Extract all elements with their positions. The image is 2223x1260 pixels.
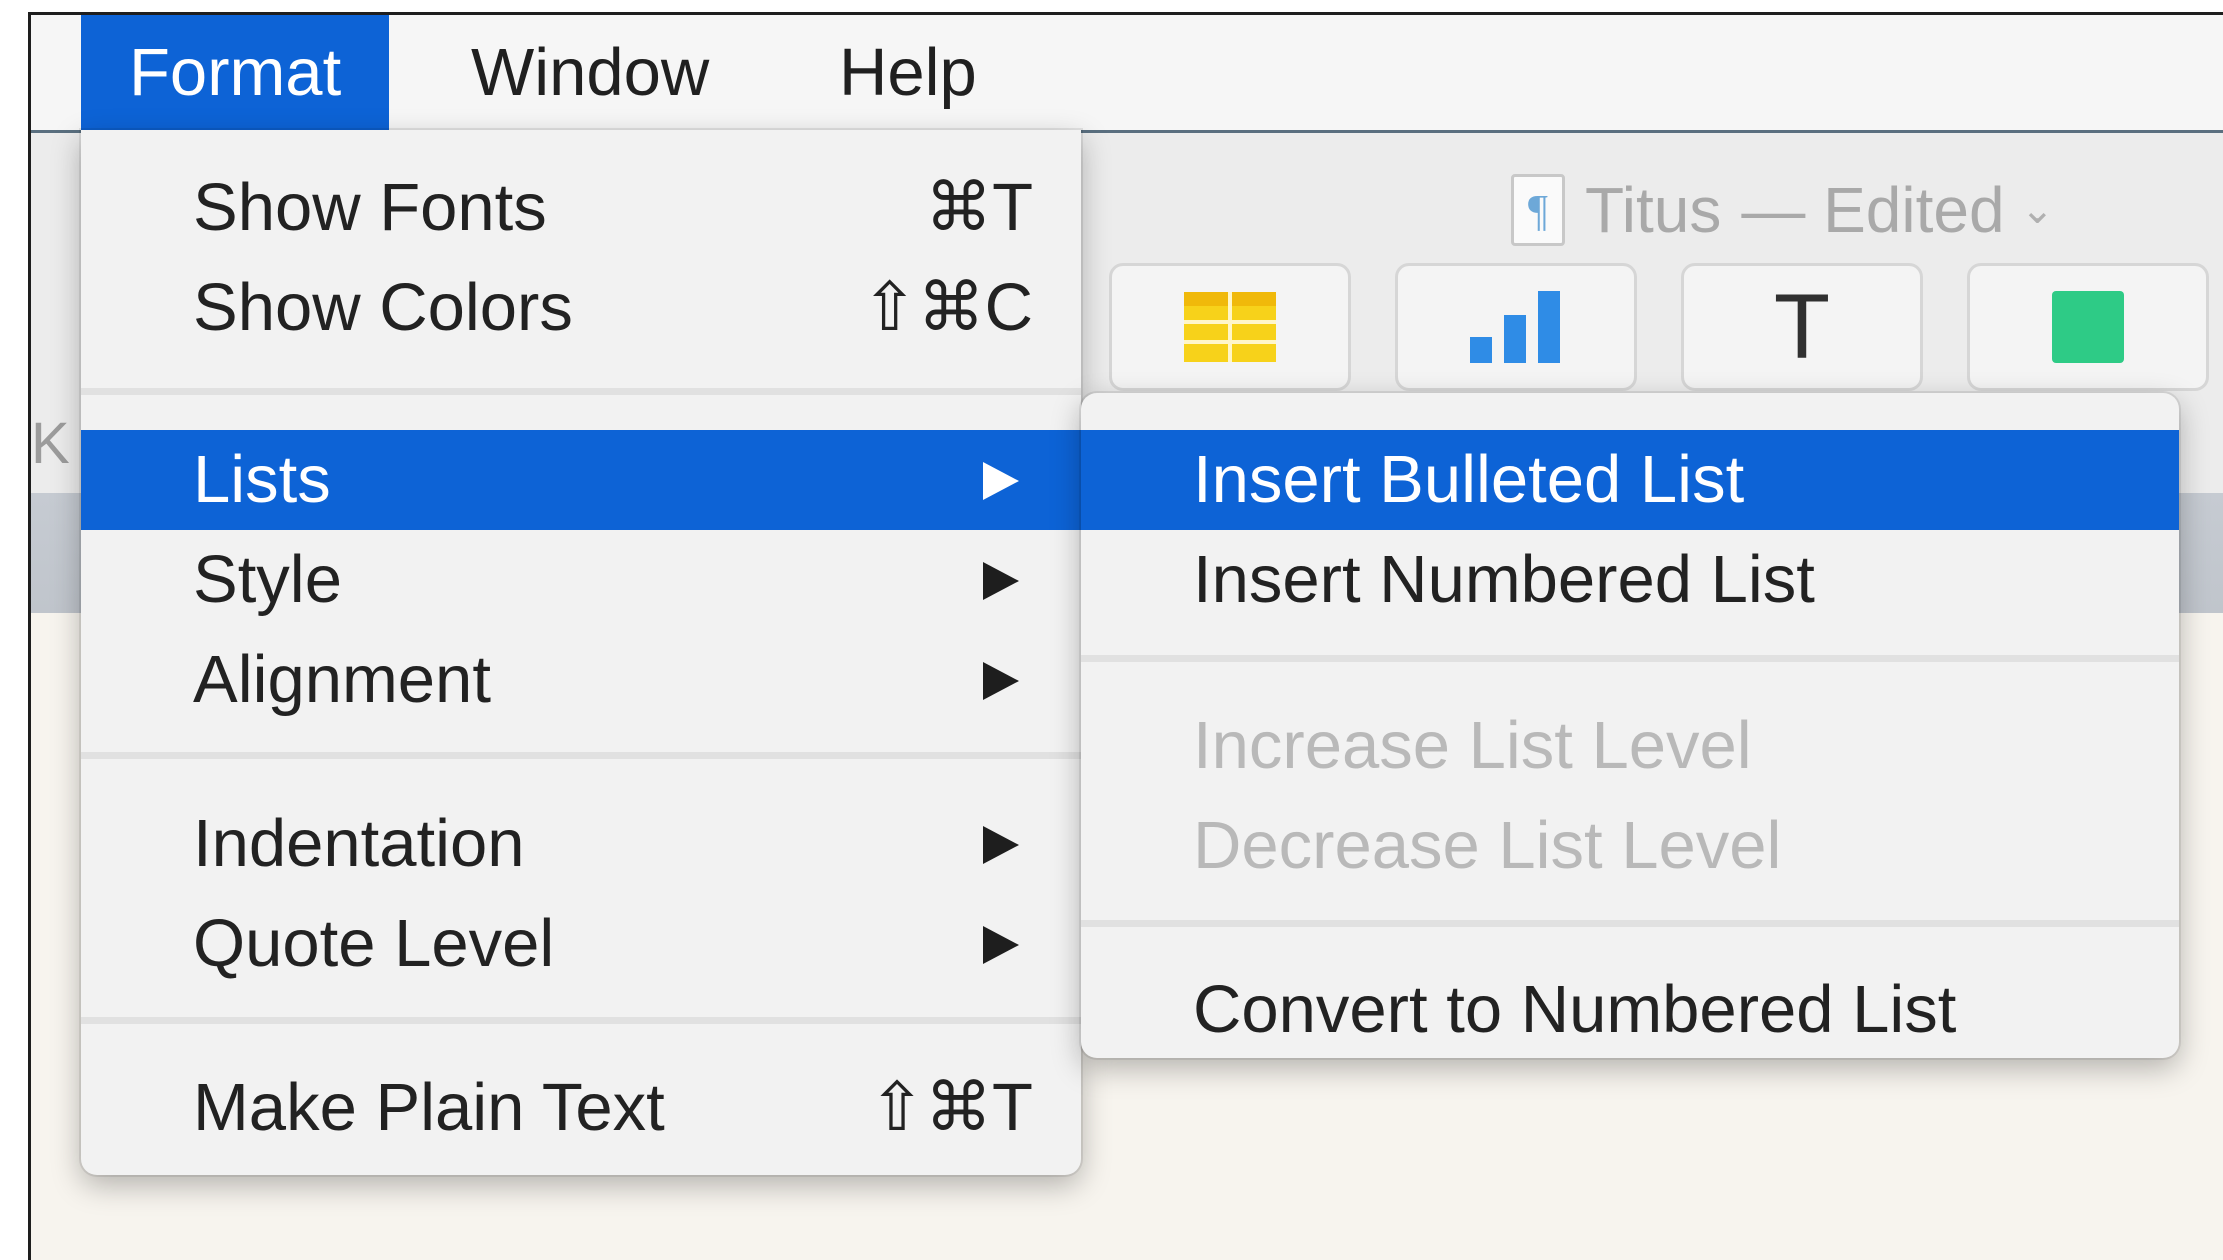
menu-item-label: Insert Numbered List: [1193, 542, 1815, 617]
document-status: — Edited: [1741, 174, 2005, 246]
menu-separator: [81, 388, 1081, 395]
menu-item-make-plain-text[interactable]: Make Plain Text ⇧⌘T: [81, 1058, 1081, 1158]
menu-item-alignment[interactable]: Alignment: [81, 630, 1081, 730]
menu-format[interactable]: Format: [81, 15, 390, 130]
ruler-text: K: [31, 411, 70, 476]
insert-chart-button[interactable]: [1395, 263, 1637, 391]
chevron-down-icon: ⌄: [2020, 188, 2055, 232]
menu-item-label: Alignment: [193, 642, 491, 717]
submenu-arrow-icon: [983, 662, 1019, 700]
keyboard-shortcut: ⇧⌘T: [868, 1070, 1033, 1145]
submenu-arrow-icon: [983, 826, 1019, 864]
submenu-arrow-icon: [983, 926, 1019, 964]
menu-item-show-colors[interactable]: Show Colors ⇧⌘C: [81, 258, 1081, 358]
keyboard-shortcut: ⌘T: [925, 170, 1033, 245]
submenu-arrow-icon: [983, 462, 1019, 500]
menu-item-label: Style: [193, 542, 342, 617]
submenu-arrow-icon: [983, 562, 1019, 600]
menu-item-label: Show Colors: [193, 270, 573, 345]
document-icon: ¶: [1511, 174, 1565, 246]
menu-item-quote-level[interactable]: Quote Level: [81, 894, 1081, 994]
menu-item-increase-list-level: Increase List Level: [1081, 696, 2179, 796]
menu-item-label: Make Plain Text: [193, 1070, 665, 1145]
shape-icon: [2052, 291, 2124, 363]
menu-separator: [1081, 920, 2179, 927]
keyboard-shortcut: ⇧⌘C: [861, 270, 1033, 345]
menu-item-convert-to-numbered-list[interactable]: Convert to Numbered List: [1081, 960, 2179, 1060]
format-menu: Show Fonts ⌘T Show Colors ⇧⌘C Lists Styl…: [81, 130, 1081, 1175]
menu-item-lists[interactable]: Lists: [81, 430, 1081, 530]
insert-shape-button[interactable]: [1967, 263, 2209, 391]
menu-item-label: Decrease List Level: [1193, 808, 1782, 883]
insert-table-button[interactable]: [1109, 263, 1351, 391]
menu-help[interactable]: Help: [791, 15, 1025, 130]
menu-item-indentation[interactable]: Indentation: [81, 794, 1081, 894]
menu-item-label: Lists: [193, 442, 331, 517]
menu-item-label: Insert Bulleted List: [1193, 442, 1745, 517]
menu-bar: Format Window Help: [31, 15, 2223, 133]
menu-window[interactable]: Window: [423, 15, 757, 130]
document-name: Titus: [1585, 174, 1722, 246]
menu-item-label: Increase List Level: [1193, 708, 1752, 783]
menu-separator: [1081, 655, 2179, 662]
table-icon: [1184, 292, 1276, 362]
document-title[interactable]: ¶ Titus — Edited ⌄: [1511, 170, 2054, 250]
menu-item-insert-numbered-list[interactable]: Insert Numbered List: [1081, 530, 2179, 630]
menu-item-decrease-list-level: Decrease List Level: [1081, 796, 2179, 896]
menu-separator: [81, 1017, 1081, 1024]
menu-item-label: Indentation: [193, 806, 525, 881]
menu-item-show-fonts[interactable]: Show Fonts ⌘T: [81, 158, 1081, 258]
lists-submenu: Insert Bulleted List Insert Numbered Lis…: [1081, 393, 2179, 1058]
menu-item-style[interactable]: Style: [81, 530, 1081, 630]
chart-icon: [1470, 291, 1560, 363]
menu-item-label: Quote Level: [193, 906, 555, 981]
menu-item-label: Convert to Numbered List: [1193, 972, 1957, 1047]
insert-text-button[interactable]: T: [1681, 263, 1923, 391]
menu-separator: [81, 752, 1081, 759]
menu-item-label: Show Fonts: [193, 170, 547, 245]
text-box-icon: T: [1773, 275, 1831, 378]
app-window: K ¶ Titus — Edited ⌄ T Format Window Hel…: [28, 12, 2223, 1260]
menu-item-insert-bulleted-list[interactable]: Insert Bulleted List: [1081, 430, 2179, 530]
